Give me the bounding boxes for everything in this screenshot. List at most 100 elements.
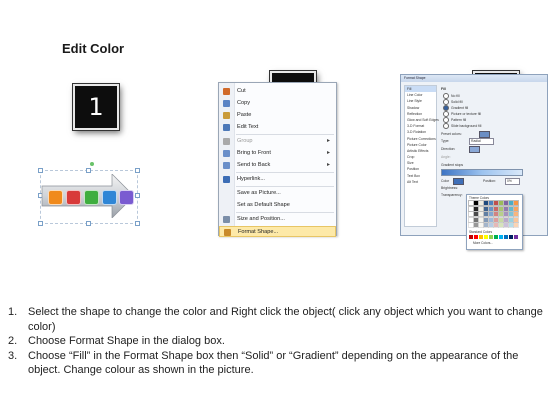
color-swatch[interactable] (498, 216, 504, 223)
menu-item-group[interactable]: Group ▸ (219, 136, 336, 147)
color-swatch[interactable] (483, 222, 489, 228)
resize-handle[interactable] (135, 168, 140, 173)
paste-icon (223, 112, 230, 119)
color-swatch[interactable] (478, 205, 484, 212)
standard-colors-label: Standard Colors (469, 230, 493, 234)
color-swatch[interactable] (493, 211, 499, 217)
color-swatch[interactable] (483, 216, 489, 223)
color-swatch[interactable] (488, 200, 494, 206)
color-swatch[interactable] (483, 205, 489, 212)
standard-color-swatch[interactable] (489, 235, 493, 239)
dialog-title: Format Shape (401, 75, 547, 82)
color-swatch[interactable] (498, 211, 504, 217)
standard-color-swatch[interactable] (474, 235, 478, 239)
position-input[interactable]: 0% (505, 178, 520, 185)
resize-handle[interactable] (38, 168, 43, 173)
color-swatch[interactable] (468, 205, 474, 212)
resize-handle[interactable] (38, 221, 43, 226)
resize-handle[interactable] (86, 168, 91, 173)
direction-button[interactable] (469, 146, 480, 153)
color-swatch[interactable] (503, 200, 509, 206)
menu-item-size-and-position[interactable]: Size and Position... (219, 214, 336, 225)
color-swatch[interactable] (488, 222, 494, 228)
color-swatch[interactable] (513, 211, 519, 217)
color-swatch[interactable] (498, 205, 504, 212)
color-swatch[interactable] (503, 211, 509, 217)
menu-item-set-as-default-shape[interactable]: Set as Default Shape (219, 200, 336, 211)
color-swatch[interactable] (468, 216, 474, 223)
standard-color-swatch[interactable] (479, 235, 483, 239)
color-swatch[interactable] (468, 211, 474, 217)
color-swatch[interactable] (493, 205, 499, 212)
color-swatch[interactable] (503, 216, 509, 223)
type-select[interactable]: Radial (469, 138, 494, 145)
color-swatch[interactable] (508, 222, 514, 228)
menu-item-label: Paste (237, 112, 252, 118)
rotation-handle[interactable] (90, 162, 94, 166)
color-swatch[interactable] (493, 200, 499, 206)
more-colors-link[interactable]: More Colors... (473, 241, 493, 245)
color-swatch[interactable] (468, 222, 474, 228)
color-swatch[interactable] (483, 200, 489, 206)
color-swatch[interactable] (508, 211, 514, 217)
menu-item-bring-to-front[interactable]: Bring to Front ▸ (219, 148, 336, 159)
color-picker-button[interactable] (453, 178, 464, 185)
color-swatch[interactable] (488, 216, 494, 223)
standard-color-swatch[interactable] (484, 235, 488, 239)
color-swatch[interactable] (473, 216, 479, 223)
color-swatch[interactable] (513, 205, 519, 212)
color-swatch[interactable] (508, 200, 514, 206)
standard-color-swatch[interactable] (469, 235, 473, 239)
category-item[interactable]: Picture Corrections (405, 136, 436, 142)
preset-colors-button[interactable] (479, 131, 490, 138)
color-swatch[interactable] (498, 222, 504, 228)
menu-item-cut[interactable]: Cut (219, 86, 336, 97)
standard-color-swatch[interactable] (494, 235, 498, 239)
color-swatch[interactable] (508, 205, 514, 212)
menu-item-edit-text[interactable]: Edit Text (219, 122, 336, 133)
color-swatch[interactable] (473, 222, 479, 228)
color-swatch[interactable] (513, 216, 519, 223)
menu-item-copy[interactable]: Copy (219, 98, 336, 109)
color-swatch[interactable] (488, 205, 494, 212)
fill-option-label: Solid fill (451, 99, 463, 104)
color-swatch[interactable] (503, 205, 509, 212)
menu-item-paste[interactable]: Paste (219, 110, 336, 121)
menu-item-send-to-back[interactable]: Send to Back ▸ (219, 160, 336, 171)
position-label: Position: (483, 179, 497, 183)
resize-handle[interactable] (86, 221, 91, 226)
standard-color-swatch[interactable] (504, 235, 508, 239)
arrow-shape[interactable] (40, 173, 136, 219)
color-swatch[interactable] (513, 200, 519, 206)
menu-item-format-shape[interactable]: Format Shape... (219, 226, 336, 237)
resize-handle[interactable] (135, 221, 140, 226)
color-swatch[interactable] (503, 222, 509, 228)
color-swatch[interactable] (498, 200, 504, 206)
color-swatch[interactable] (468, 200, 474, 206)
gradient-stops-bar[interactable] (441, 169, 523, 176)
color-swatch[interactable] (513, 222, 519, 228)
color-swatch[interactable] (473, 211, 479, 217)
category-item[interactable]: Alt Text (405, 179, 436, 185)
theme-colors-label: Theme Colors (469, 196, 490, 200)
color-swatch[interactable] (508, 216, 514, 223)
menu-separator (236, 186, 334, 187)
color-swatch[interactable] (493, 222, 499, 228)
color-swatch[interactable] (478, 222, 484, 228)
color-swatch[interactable] (478, 211, 484, 217)
color-swatch[interactable] (473, 200, 479, 206)
menu-item-label: Copy (237, 100, 251, 106)
copy-icon (223, 100, 230, 107)
menu-item-hyperlink[interactable]: Hyperlink... (219, 174, 336, 185)
color-swatch[interactable] (473, 205, 479, 212)
standard-color-swatch[interactable] (509, 235, 513, 239)
color-swatch[interactable] (493, 216, 499, 223)
color-swatch[interactable] (478, 200, 484, 206)
menu-item-save-as-picture[interactable]: Save as Picture... (219, 188, 336, 199)
standard-color-swatch[interactable] (499, 235, 503, 239)
color-swatch[interactable] (488, 211, 494, 217)
color-swatch[interactable] (478, 216, 484, 223)
standard-color-swatch[interactable] (514, 235, 518, 239)
color-swatch[interactable] (483, 211, 489, 217)
fill-option[interactable]: Slide background fill (443, 123, 481, 129)
